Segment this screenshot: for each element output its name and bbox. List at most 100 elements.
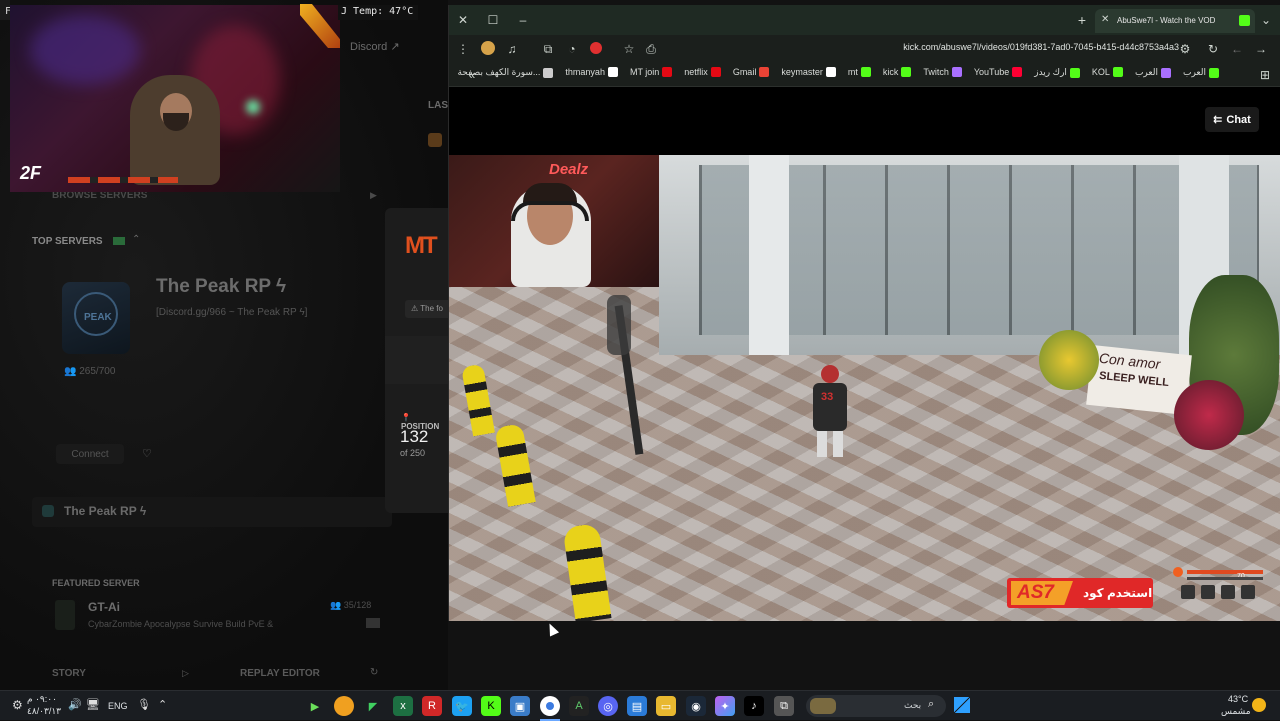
game-hud: 70 (1173, 567, 1265, 611)
bookmark-item[interactable]: keymaster (781, 67, 836, 77)
windows-start-icon[interactable] (954, 697, 970, 713)
address-bar: ⋮ ♫ ⧉ ◔ ☆ ⎙ kick.com/abuswe7l/videos/019… (449, 35, 1280, 63)
apps-grid-icon[interactable]: ⊞ (1254, 64, 1276, 86)
hud-health-bar (1187, 570, 1263, 574)
task-view-icon[interactable]: ⧉ (774, 696, 794, 716)
featured-server-name[interactable]: GT-Ai (88, 600, 120, 614)
site-settings-icon[interactable]: ⚙ (1174, 38, 1196, 60)
url-field[interactable]: kick.com/abuswe7l/videos/019fd381-7ad0-7… (839, 42, 1179, 52)
incognito-icon[interactable]: ◔ (561, 38, 583, 60)
taskbar-search-box[interactable]: بحث ⌕ (806, 695, 946, 717)
connect-button[interactable]: Connect (56, 444, 124, 464)
install-app-icon[interactable]: ⎙ (640, 38, 662, 60)
extensions-icon[interactable]: ⧉ (537, 38, 559, 60)
close-window-icon[interactable]: ✕ (452, 9, 474, 31)
adblock-icon[interactable] (590, 42, 602, 54)
bookmark-item[interactable]: Twitch (923, 67, 962, 77)
tiktok-icon[interactable]: ♪ (744, 696, 764, 716)
media-control-icon[interactable]: ♫ (501, 38, 523, 60)
bookmark-item[interactable]: العرب (1135, 67, 1171, 78)
players-icon: 👥 (64, 366, 80, 377)
game-app-icon[interactable] (334, 696, 354, 716)
sun-weather-icon (1252, 698, 1266, 712)
favorite-heart-icon[interactable]: ♡ (142, 447, 152, 460)
bookmark-label: Twitch (923, 67, 949, 77)
file-explorer-icon[interactable]: ▭ (656, 696, 676, 716)
bookmark-item[interactable]: ارك ريدز (1034, 67, 1080, 78)
server-name[interactable]: The Peak RP ϟ (156, 276, 286, 298)
bookmark-label: العرب (1182, 67, 1206, 77)
active-tab[interactable]: ✕ AbuSwe7l - Watch the VOD (1095, 9, 1255, 33)
tray-overflow-icon[interactable]: ⌃ (158, 698, 167, 711)
chrome-icon[interactable] (540, 696, 560, 716)
bookmark-item[interactable]: thmanyah (565, 67, 618, 77)
reload-icon[interactable]: ↻ (1202, 38, 1224, 60)
featured-server-count: 👥 35/128 (330, 600, 372, 610)
menu-dots-icon[interactable]: ⋮ (452, 38, 474, 60)
bookmark-favicon-icon (1012, 67, 1023, 77)
minimize-icon[interactable]: – (512, 9, 534, 31)
bookmark-item[interactable]: KOL (1092, 67, 1123, 77)
chat-toggle-button[interactable]: ⇇ Chat (1205, 107, 1259, 132)
weather-temp[interactable]: 43°C (1228, 694, 1248, 704)
microphone-icon[interactable]: 🎙 (137, 698, 151, 711)
bookmark-favicon-icon (825, 67, 836, 77)
steam-icon[interactable]: ◉ (686, 696, 706, 716)
twitter-icon[interactable]: 🐦 (452, 696, 472, 716)
sign-text-top: Con amor (1098, 349, 1162, 373)
nvidia-icon[interactable]: A (569, 696, 589, 716)
bookmark-item[interactable]: mt (848, 67, 871, 77)
headset-icon (511, 201, 589, 221)
rockstar-icon[interactable]: R (422, 696, 442, 716)
cam-purple-light (30, 15, 140, 85)
profile-avatar-icon[interactable] (481, 41, 495, 55)
browser-titlebar: ✕ ☐ – + ✕ AbuSwe7l - Watch the VOD ⌄ (449, 5, 1280, 35)
language-indicator[interactable]: ENG (108, 701, 128, 711)
featured-server-logo (55, 600, 75, 630)
jersey-number: 33 (821, 391, 834, 403)
discord-link[interactable]: Discord ↗ (350, 40, 400, 53)
volume-icon[interactable]: 🔊 (68, 698, 82, 711)
back-icon[interactable]: ← (1226, 38, 1248, 60)
bookmark-item[interactable]: Gmail (733, 67, 770, 77)
new-tab-icon[interactable]: + (1071, 9, 1093, 31)
players-icon: 👥 (330, 600, 344, 610)
clock-time[interactable]: ٠٩:٠٠ م (27, 694, 57, 705)
bookmark-item[interactable]: YouTube (974, 67, 1023, 77)
bookmark-item[interactable]: kick (883, 67, 912, 77)
bookmark-item[interactable]: MT join (630, 67, 673, 77)
discord-icon[interactable]: ◎ (598, 696, 618, 716)
collapse-icon[interactable]: ⌃ (132, 234, 140, 245)
settings-icon[interactable]: ⚙ (12, 698, 23, 712)
excel-icon[interactable]: x (393, 696, 413, 716)
copilot-icon[interactable]: ✦ (715, 696, 735, 716)
story-label[interactable]: STORY (52, 668, 86, 679)
npc-pedestrian (607, 295, 631, 355)
maximize-icon[interactable]: ☐ (482, 9, 504, 31)
forward-icon[interactable]: → (1250, 38, 1272, 60)
replay-editor-label[interactable]: REPLAY EDITOR (240, 668, 320, 679)
hud-status-icon (1173, 567, 1183, 577)
bookmark-label: KOL (1091, 67, 1110, 77)
weather-desc[interactable]: مشمس (1221, 706, 1251, 717)
tab-title: AbuSwe7l - Watch the VOD (1117, 16, 1216, 25)
bookmark-item[interactable]: netflix (684, 67, 721, 77)
recent-server-row[interactable]: The Peak RP ϟ (32, 497, 392, 527)
kick-app-icon[interactable]: K (481, 696, 501, 716)
play-app-icon[interactable]: ▶ (305, 696, 325, 716)
bookmark-favicon-icon (543, 67, 554, 78)
close-tab-icon[interactable]: ✕ (1101, 14, 1109, 25)
tab-search-icon[interactable]: ⌄ (1255, 9, 1277, 31)
featured-server-label: FEATURED SERVER (52, 578, 140, 588)
bookmark-star-icon[interactable]: ☆ (618, 38, 640, 60)
store-icon[interactable]: ▤ (627, 696, 647, 716)
bookmark-item[interactable]: العرب (1183, 67, 1219, 78)
search-icon: ⌕ (928, 698, 935, 710)
sponsor-strip (68, 177, 178, 183)
bookmark-item[interactable]: سورة الكهف بصفحة... (457, 67, 554, 78)
photos-icon[interactable]: ▣ (510, 696, 530, 716)
clock-date[interactable]: ٤٨/٠٣/١٣ (27, 706, 61, 717)
network-icon[interactable]: 🖥 (86, 698, 100, 711)
nvidia-app-icon[interactable]: ◤ (363, 696, 383, 716)
video-player[interactable]: Con amor SLEEP WELL 33 Dealz AS7 استخدم … (449, 155, 1280, 621)
